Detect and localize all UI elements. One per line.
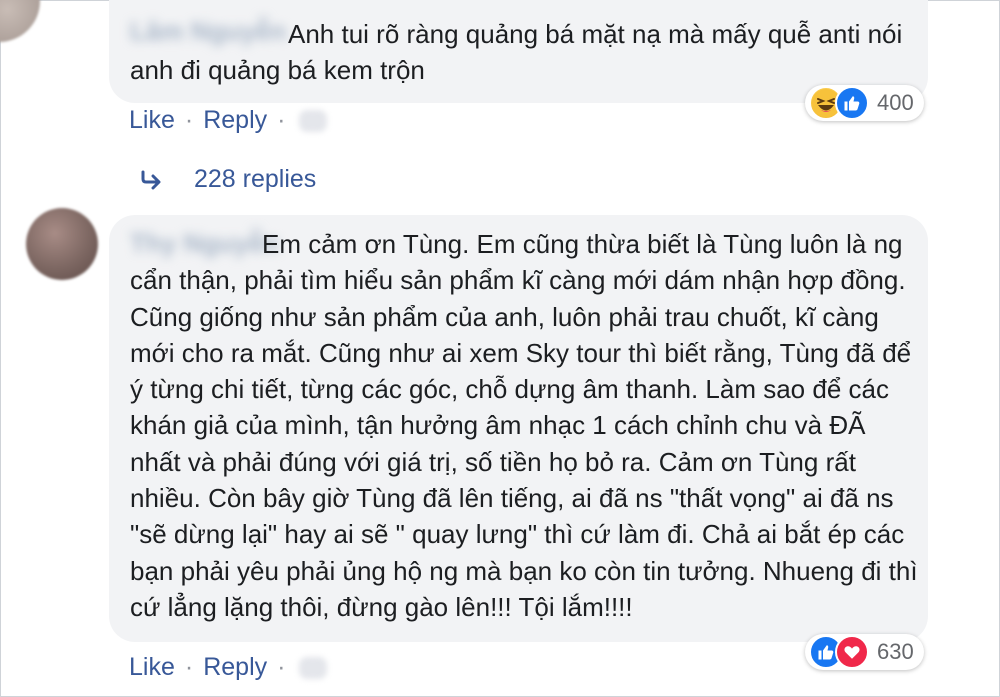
replies-count-label[interactable]: 228 replies [194,165,316,194]
timestamp[interactable] [299,656,328,679]
avatar[interactable] [0,0,40,42]
reaction-count: 400 [877,90,914,115]
separator-dot: · [184,653,194,681]
like-icon [835,86,869,120]
like-link[interactable]: Like [129,106,175,135]
separator-dot: · [184,106,194,134]
comment-actions: Like · Reply · [129,653,328,682]
separator-dot: · [277,653,286,681]
comment-text: Anh tui rõ ràng quảng bá mặt nạ mà mấy q… [130,19,903,86]
reply-link[interactable]: Reply [203,106,267,135]
separator-dot: · [277,106,286,134]
comment-text: Em cảm ơn Tùng. Em cũng thừa biết là Tùn… [130,229,918,622]
avatar[interactable] [26,208,98,280]
reaction-count: 630 [877,639,914,664]
like-link[interactable]: Like [129,653,175,682]
reply-arrow-icon [140,170,164,190]
reaction-summary[interactable]: 630 [805,634,924,670]
reaction-summary[interactable]: 400 [805,85,924,121]
reply-link[interactable]: Reply [203,653,267,682]
love-icon [835,635,869,669]
view-replies-link[interactable]: 228 replies [140,165,316,194]
timestamp[interactable] [299,109,328,132]
comment-actions: Like · Reply · [129,106,328,135]
